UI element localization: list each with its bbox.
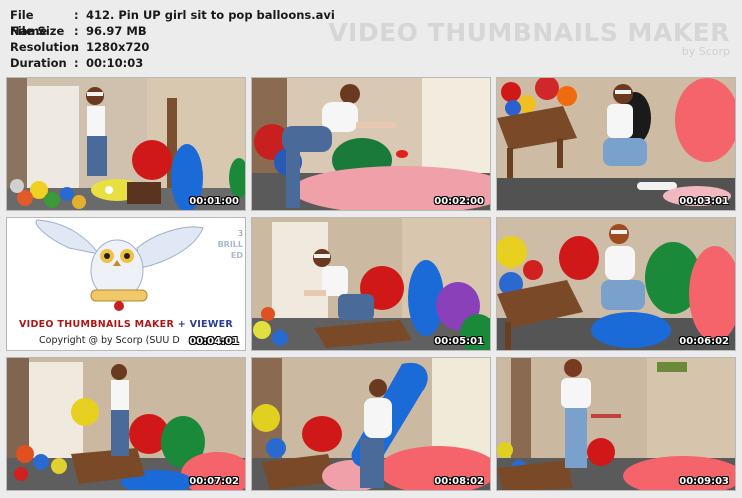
- thumbnail-7[interactable]: 00:07:02: [6, 357, 246, 491]
- logo-title-viewer: VIEWER: [189, 319, 234, 330]
- info-value-resolution: 1280x720: [86, 40, 150, 54]
- logo-copyright: Copyright @ by Scorp (SUU D: [39, 335, 180, 346]
- logo-side-text: 3 BRILL ED: [218, 228, 243, 261]
- thumbnail-timestamp: 00:08:02: [434, 476, 484, 487]
- info-label: File Size: [10, 24, 65, 38]
- watermark: VIDEO THUMBNAILS MAKER by Scorp: [328, 18, 730, 59]
- thumbnail-timestamp: 00:05:01: [434, 336, 484, 347]
- info-value-file-size: 96.97 MB: [86, 24, 147, 38]
- thumbnail-image: [497, 78, 735, 210]
- info-value-file-name: 412. Pin UP girl sit to pop balloons.avi: [86, 8, 335, 22]
- thumbnail-image: [7, 358, 245, 490]
- thumbnail-8[interactable]: 00:08:02: [251, 357, 491, 491]
- thumbnail-image: [497, 358, 735, 490]
- thumbnail-2[interactable]: 00:02:00: [251, 77, 491, 211]
- thumbnail-timestamp: 00:07:02: [189, 476, 239, 487]
- thumbnail-timestamp: 00:01:00: [189, 196, 239, 207]
- watermark-title: VIDEO THUMBNAILS MAKER: [328, 18, 730, 47]
- owl-logo-icon: [7, 218, 245, 350]
- info-row-file-name: File Name : 412. Pin UP girl sit to pop …: [10, 7, 335, 38]
- info-separator: :: [74, 40, 79, 54]
- thumbnail-grid: 00:01:00 00:02:00 00:03:01 3 BRILL ED VI…: [6, 77, 742, 495]
- info-row-duration: Duration : 00:10:03: [10, 55, 335, 71]
- info-label: File Name: [10, 8, 48, 38]
- logo-title-main: VIDEO THUMBNAILS MAKER: [18, 319, 175, 330]
- info-separator: :: [74, 8, 79, 22]
- logo-title: VIDEO THUMBNAILS MAKER + VIEWER: [7, 319, 245, 330]
- thumbnail-timestamp: 00:09:03: [679, 476, 729, 487]
- thumbnail-timestamp: 00:02:00: [434, 196, 484, 207]
- thumbnail-timestamp: 00:03:01: [679, 196, 729, 207]
- thumbnail-6[interactable]: 00:06:02: [496, 217, 736, 351]
- file-info-panel: File Name : 412. Pin UP girl sit to pop …: [10, 7, 335, 71]
- thumbnail-3[interactable]: 00:03:01: [496, 77, 736, 211]
- thumbnail-image: [497, 218, 735, 350]
- thumbnail-image: [252, 218, 490, 350]
- info-separator: :: [74, 56, 79, 70]
- logo-side-number: 3: [237, 229, 243, 238]
- thumbnail-1[interactable]: 00:01:00: [6, 77, 246, 211]
- info-label: Resolution: [10, 40, 80, 54]
- thumbnail-5[interactable]: 00:05:01: [251, 217, 491, 351]
- thumbnail-timestamp: 00:04:01: [189, 336, 239, 347]
- thumbnail-9[interactable]: 00:09:03: [496, 357, 736, 491]
- logo-title-plus: +: [177, 319, 186, 330]
- thumbnail-image: [252, 358, 490, 490]
- thumbnail-image: [252, 78, 490, 210]
- thumbnail-4-logo[interactable]: 3 BRILL ED VIDEO THUMBNAILS MAKER + VIEW…: [6, 217, 246, 351]
- info-separator: :: [74, 24, 79, 38]
- thumbnail-timestamp: 00:06:02: [679, 336, 729, 347]
- info-row-file-size: File Size : 96.97 MB: [10, 23, 335, 39]
- logo-side-word-1: BRILL: [217, 240, 243, 249]
- info-value-duration: 00:10:03: [86, 56, 144, 70]
- info-label: Duration: [10, 56, 67, 70]
- thumbnail-image: [7, 78, 245, 210]
- info-row-resolution: Resolution : 1280x720: [10, 39, 335, 55]
- logo-side-word-2: ED: [230, 251, 243, 260]
